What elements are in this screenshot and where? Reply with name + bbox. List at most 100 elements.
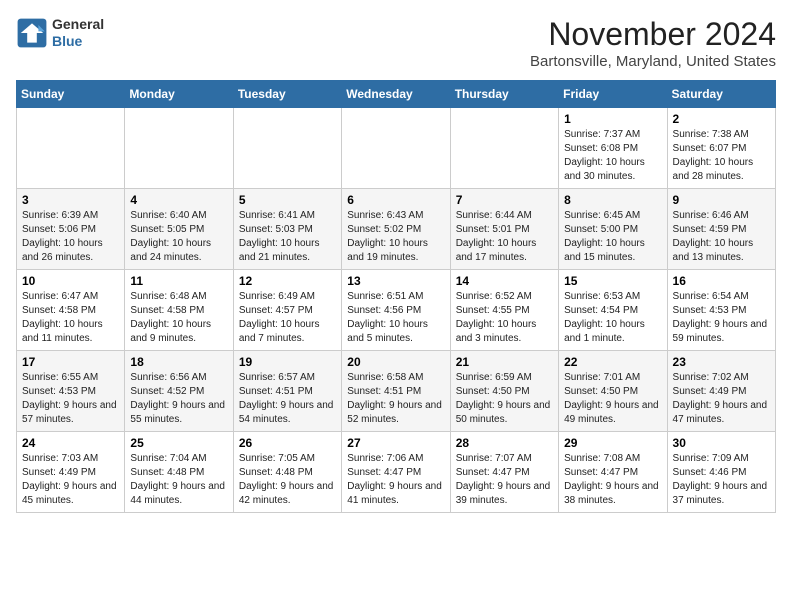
calendar-cell (125, 108, 233, 189)
calendar-cell: 17Sunrise: 6:55 AMSunset: 4:53 PMDayligh… (17, 351, 125, 432)
calendar-cell: 20 Sunrise: 6:58 AMSunset: 4:51 PMDayligh… (342, 351, 450, 432)
day-number: 30 (673, 436, 770, 450)
day-info: Sunrise: 6:57 AMSunset: 4:51 PMDaylight:… (239, 371, 336, 427)
day-info: Sunrise: 6:41 AMSunset: 5:03 PMDaylight:… (239, 209, 336, 265)
day-info: Sunrise: 6:39 AMSunset: 5:06 PMDaylight:… (22, 209, 119, 265)
day-number: 11 (130, 274, 227, 288)
calendar-cell: 30 Sunrise: 7:09 AMSunset: 4:46 PMDayligh… (667, 432, 775, 513)
day-number: 27 (347, 436, 444, 450)
calendar-cell: 9Sunrise: 6:46 AMSunset: 4:59 PMDaylight… (667, 189, 775, 270)
weekday-header-row: SundayMondayTuesdayWednesdayThursdayFrid… (17, 81, 776, 108)
header: General Blue November 2024 Bartonsville,… (16, 16, 776, 70)
weekday-header-sunday: Sunday (17, 81, 125, 108)
calendar-cell (233, 108, 341, 189)
calendar-cell (450, 108, 558, 189)
day-info: Sunrise: 6:54 AMSunset: 4:53 PMDaylight:… (673, 290, 770, 346)
day-info: Sunrise: 7:02 AMSunset: 4:49 PMDaylight:… (673, 371, 770, 427)
calendar-table: SundayMondayTuesdayWednesdayThursdayFrid… (16, 80, 776, 513)
calendar-cell: 18 Sunrise: 6:56 AMSunset: 4:52 PMDayligh… (125, 351, 233, 432)
day-number: 26 (239, 436, 336, 450)
calendar-cell: 24 Sunrise: 7:03 AMSunset: 4:49 PMDayligh… (17, 432, 125, 513)
calendar-cell: 1Sunrise: 7:37 AMSunset: 6:08 PMDaylight… (559, 108, 667, 189)
day-number: 19 (239, 355, 336, 369)
day-number: 21 (456, 355, 553, 369)
day-number: 9 (673, 193, 770, 207)
calendar-week-5: 24 Sunrise: 7:03 AMSunset: 4:49 PMDayligh… (17, 432, 776, 513)
location-title: Bartonsville, Maryland, United States (530, 53, 776, 70)
calendar-cell: 15Sunrise: 6:53 AMSunset: 4:54 PMDayligh… (559, 270, 667, 351)
calendar-cell: 25 Sunrise: 7:04 AMSunset: 4:48 PMDayligh… (125, 432, 233, 513)
day-info: Sunrise: 6:56 AMSunset: 4:52 PMDaylight:… (130, 371, 227, 427)
day-info: Sunrise: 7:08 AMSunset: 4:47 PMDaylight:… (564, 452, 661, 508)
logo-text: General Blue (52, 16, 104, 50)
logo-line2: Blue (52, 33, 104, 50)
calendar-cell: 16 Sunrise: 6:54 AMSunset: 4:53 PMDayligh… (667, 270, 775, 351)
logo: General Blue (16, 16, 104, 50)
day-info: Sunrise: 6:52 AMSunset: 4:55 PMDaylight:… (456, 290, 553, 346)
day-number: 4 (130, 193, 227, 207)
weekday-header-wednesday: Wednesday (342, 81, 450, 108)
calendar-cell: 14 Sunrise: 6:52 AMSunset: 4:55 PMDayligh… (450, 270, 558, 351)
day-info: Sunrise: 6:47 AMSunset: 4:58 PMDaylight:… (22, 290, 119, 346)
day-number: 13 (347, 274, 444, 288)
day-info: Sunrise: 7:38 AMSunset: 6:07 PMDaylight:… (673, 128, 770, 184)
calendar-cell (17, 108, 125, 189)
calendar-cell: 7 Sunrise: 6:44 AMSunset: 5:01 PMDaylight… (450, 189, 558, 270)
calendar-cell: 12Sunrise: 6:49 AMSunset: 4:57 PMDayligh… (233, 270, 341, 351)
day-info: Sunrise: 6:59 AMSunset: 4:50 PMDaylight:… (456, 371, 553, 427)
calendar-cell: 19 Sunrise: 6:57 AMSunset: 4:51 PMDayligh… (233, 351, 341, 432)
day-number: 3 (22, 193, 119, 207)
calendar-week-1: 1Sunrise: 7:37 AMSunset: 6:08 PMDaylight… (17, 108, 776, 189)
weekday-header-thursday: Thursday (450, 81, 558, 108)
calendar-cell: 10Sunrise: 6:47 AMSunset: 4:58 PMDayligh… (17, 270, 125, 351)
calendar-cell: 8 Sunrise: 6:45 AMSunset: 5:00 PMDaylight… (559, 189, 667, 270)
day-number: 7 (456, 193, 553, 207)
calendar-cell: 21 Sunrise: 6:59 AMSunset: 4:50 PMDayligh… (450, 351, 558, 432)
month-title: November 2024 (530, 16, 776, 53)
day-info: Sunrise: 6:48 AMSunset: 4:58 PMDaylight:… (130, 290, 227, 346)
day-info: Sunrise: 6:43 AMSunset: 5:02 PMDaylight:… (347, 209, 444, 265)
calendar-cell: 29 Sunrise: 7:08 AMSunset: 4:47 PMDayligh… (559, 432, 667, 513)
day-info: Sunrise: 7:04 AMSunset: 4:48 PMDaylight:… (130, 452, 227, 508)
day-number: 25 (130, 436, 227, 450)
weekday-header-friday: Friday (559, 81, 667, 108)
day-number: 22 (564, 355, 661, 369)
day-number: 14 (456, 274, 553, 288)
day-number: 16 (673, 274, 770, 288)
logo-line1: General (52, 16, 104, 33)
day-number: 29 (564, 436, 661, 450)
day-number: 20 (347, 355, 444, 369)
day-info: Sunrise: 6:49 AMSunset: 4:57 PMDaylight:… (239, 290, 336, 346)
calendar-cell: 23 Sunrise: 7:02 AMSunset: 4:49 PMDayligh… (667, 351, 775, 432)
calendar-cell: 2Sunrise: 7:38 AMSunset: 6:07 PMDaylight… (667, 108, 775, 189)
calendar-week-4: 17Sunrise: 6:55 AMSunset: 4:53 PMDayligh… (17, 351, 776, 432)
day-info: Sunrise: 7:07 AMSunset: 4:47 PMDaylight:… (456, 452, 553, 508)
day-number: 28 (456, 436, 553, 450)
calendar-cell (342, 108, 450, 189)
day-info: Sunrise: 7:03 AMSunset: 4:49 PMDaylight:… (22, 452, 119, 508)
day-number: 18 (130, 355, 227, 369)
calendar-cell: 26 Sunrise: 7:05 AMSunset: 4:48 PMDayligh… (233, 432, 341, 513)
day-info: Sunrise: 6:55 AMSunset: 4:53 PMDaylight:… (22, 371, 119, 427)
day-number: 8 (564, 193, 661, 207)
calendar-cell: 4Sunrise: 6:40 AMSunset: 5:05 PMDaylight… (125, 189, 233, 270)
weekday-header-tuesday: Tuesday (233, 81, 341, 108)
day-info: Sunrise: 6:45 AMSunset: 5:00 PMDaylight:… (564, 209, 661, 265)
calendar-cell: 3 Sunrise: 6:39 AMSunset: 5:06 PMDaylight… (17, 189, 125, 270)
day-info: Sunrise: 6:44 AMSunset: 5:01 PMDaylight:… (456, 209, 553, 265)
day-number: 24 (22, 436, 119, 450)
day-info: Sunrise: 7:05 AMSunset: 4:48 PMDaylight:… (239, 452, 336, 508)
calendar-cell: 22Sunrise: 7:01 AMSunset: 4:50 PMDayligh… (559, 351, 667, 432)
day-number: 6 (347, 193, 444, 207)
calendar-cell: 13Sunrise: 6:51 AMSunset: 4:56 PMDayligh… (342, 270, 450, 351)
day-info: Sunrise: 6:58 AMSunset: 4:51 PMDaylight:… (347, 371, 444, 427)
weekday-header-saturday: Saturday (667, 81, 775, 108)
day-number: 23 (673, 355, 770, 369)
day-info: Sunrise: 7:09 AMSunset: 4:46 PMDaylight:… (673, 452, 770, 508)
day-info: Sunrise: 7:06 AMSunset: 4:47 PMDaylight:… (347, 452, 444, 508)
logo-icon (16, 17, 48, 49)
calendar-week-3: 10Sunrise: 6:47 AMSunset: 4:58 PMDayligh… (17, 270, 776, 351)
calendar-cell: 27 Sunrise: 7:06 AMSunset: 4:47 PMDayligh… (342, 432, 450, 513)
day-number: 15 (564, 274, 661, 288)
calendar-cell: 5Sunrise: 6:41 AMSunset: 5:03 PMDaylight… (233, 189, 341, 270)
